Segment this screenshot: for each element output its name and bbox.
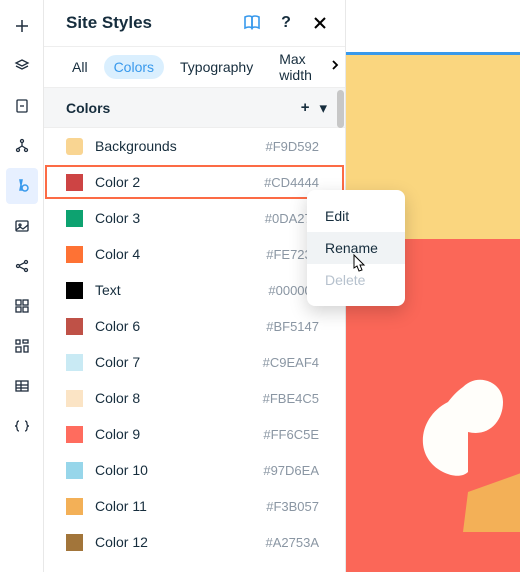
color-swatch [66,462,83,479]
color-hex: #FF6C5E [263,427,319,442]
menu-item-delete: Delete [307,264,405,296]
tool-table[interactable] [6,368,38,404]
color-name: Text [95,282,268,298]
tabs-row: All Colors Typography Max width [44,46,345,88]
color-name: Color 11 [95,498,266,514]
section-title: Colors [66,100,110,116]
tab-all[interactable]: All [62,55,98,79]
color-row[interactable]: Color 6#BF5147 [44,308,345,344]
color-list[interactable]: Backgrounds#F9D592Color 2#CD4444Color 3#… [44,128,345,572]
color-row[interactable]: Color 3#0DA270 [44,200,345,236]
color-swatch [66,534,83,551]
color-swatch [66,426,83,443]
docs-icon[interactable] [243,14,261,32]
tool-hierarchy[interactable] [6,128,38,164]
color-swatch [66,210,83,227]
color-row[interactable]: Color 7#C9EAF4 [44,344,345,380]
site-styles-panel: Site Styles ? All Colors Typography Max … [44,0,346,572]
color-name: Color 6 [95,318,266,334]
tabs-scroll-right[interactable] [331,58,339,76]
color-name: Backgrounds [95,138,266,154]
tool-share[interactable] [6,248,38,284]
color-name: Color 3 [95,210,265,226]
menu-item-edit[interactable]: Edit [307,200,405,232]
color-hex: #CD4444 [264,175,319,190]
tab-typography[interactable]: Typography [170,55,263,79]
color-swatch [66,318,83,335]
color-name: Color 8 [95,390,263,406]
tool-image[interactable] [6,208,38,244]
left-toolbar [0,0,44,572]
color-name: Color 12 [95,534,266,550]
color-name: Color 4 [95,246,266,262]
color-hex: #F9D592 [266,139,319,154]
tool-styles[interactable] [6,168,38,204]
bird-graphic [408,362,520,532]
color-row[interactable]: Color 8#FBE4C5 [44,380,345,416]
color-row[interactable]: Color 11#F3B057 [44,488,345,524]
color-row[interactable]: Color 9#FF6C5E [44,416,345,452]
color-swatch [66,282,83,299]
tool-layers[interactable] [6,48,38,84]
tool-page[interactable] [6,88,38,124]
color-swatch [66,246,83,263]
help-icon[interactable]: ? [277,14,295,32]
color-hex: #BF5147 [266,319,319,334]
close-icon[interactable] [311,14,329,32]
color-row[interactable]: Color 2#CD4444 [44,164,345,200]
color-name: Color 7 [95,354,263,370]
color-row[interactable]: Color 12#A2753A [44,524,345,560]
color-hex: #FBE4C5 [263,391,319,406]
menu-item-rename[interactable]: Rename [307,232,405,264]
color-swatch [66,138,83,155]
tab-max-width[interactable]: Max width [269,47,337,87]
add-color-icon[interactable]: + [301,99,310,116]
tool-code[interactable] [6,408,38,444]
color-swatch [66,390,83,407]
color-name: Color 10 [95,462,263,478]
section-header: Colors + ▾ [44,88,345,128]
panel-header: Site Styles ? [44,0,345,46]
color-row[interactable]: Color 10#97D6EA [44,452,345,488]
color-swatch [66,498,83,515]
panel-title: Site Styles [66,13,152,33]
color-hex: #A2753A [266,535,320,550]
color-swatch [66,354,83,371]
context-menu: Edit Rename Delete [307,190,405,306]
color-row[interactable]: Backgrounds#F9D592 [44,128,345,164]
color-name: Color 9 [95,426,263,442]
scrollbar-thumb[interactable] [337,90,344,128]
tool-grid[interactable] [6,288,38,324]
tool-components[interactable] [6,328,38,364]
color-swatch [66,174,83,191]
color-hex: #C9EAF4 [263,355,319,370]
tool-add[interactable] [6,8,38,44]
color-row[interactable]: Color 4#FE7234 [44,236,345,272]
color-hex: #F3B057 [266,499,319,514]
color-row[interactable]: Text#000000 [44,272,345,308]
color-hex: #97D6EA [263,463,319,478]
color-name: Color 2 [95,174,264,190]
tab-colors[interactable]: Colors [104,55,164,79]
section-dropdown-icon[interactable]: ▾ [319,99,327,117]
scrollbar[interactable] [335,88,345,572]
